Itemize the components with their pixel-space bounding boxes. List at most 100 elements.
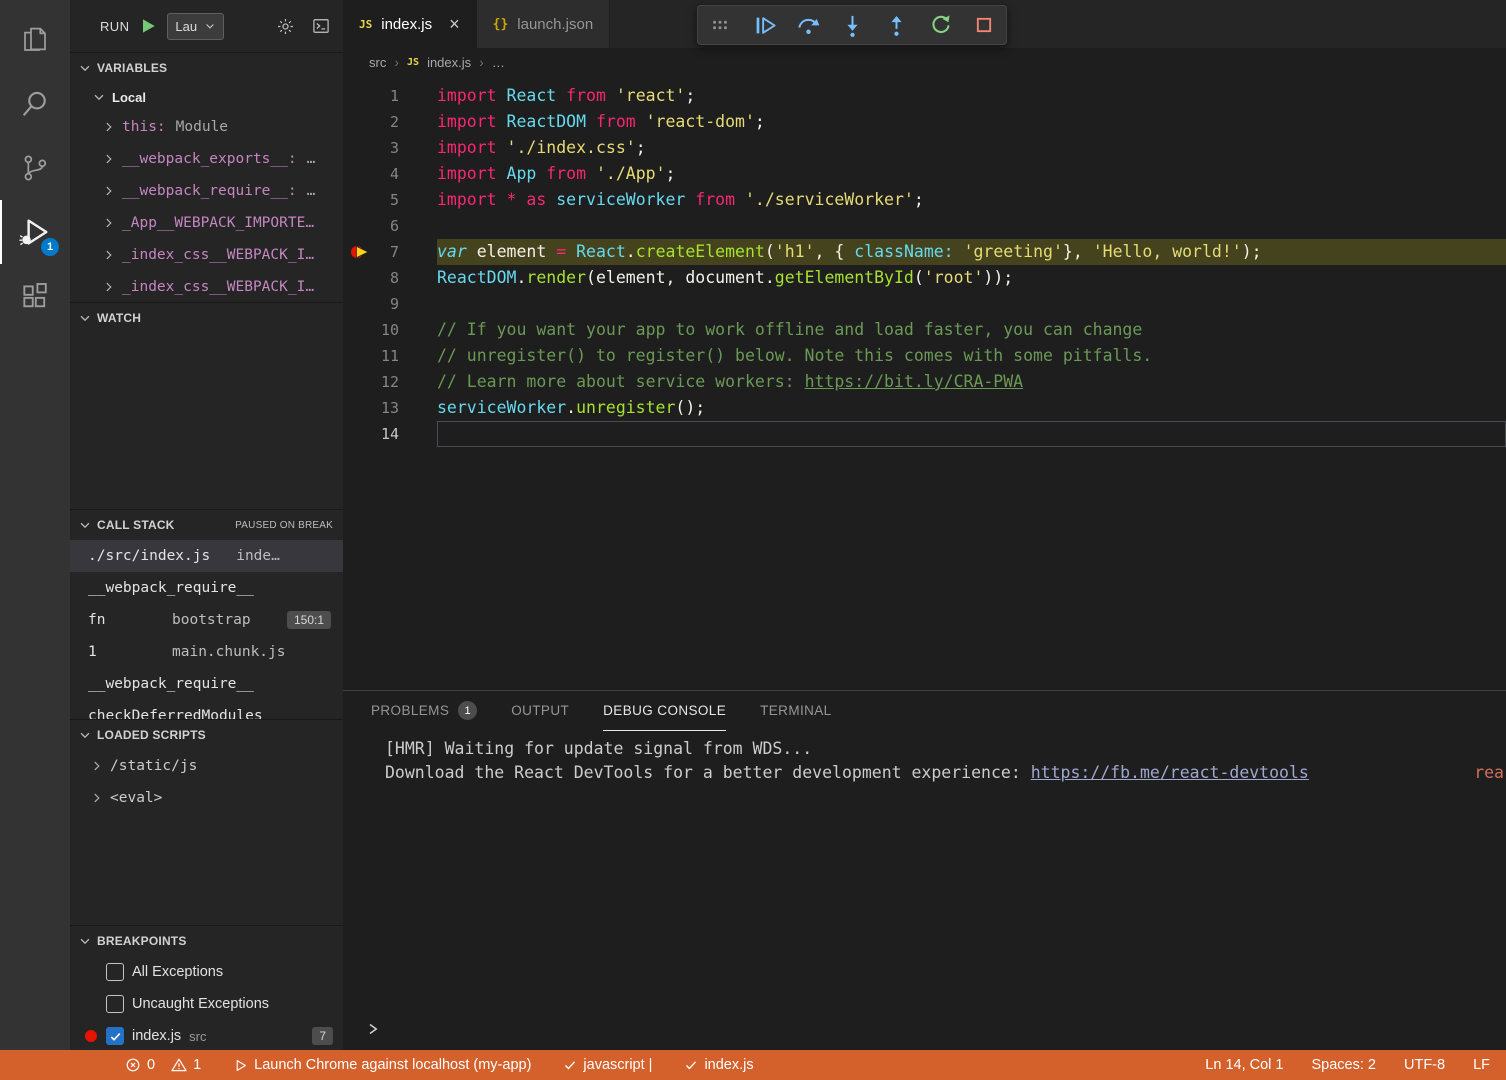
variables-section-header[interactable]: VARIABLES (70, 53, 343, 83)
line-number-gutter: 9 (343, 291, 437, 317)
script-name: /static/js (110, 758, 197, 774)
code-token: // If you want your app to work offline … (437, 320, 1142, 339)
breakpoint-checkbox[interactable] (106, 1027, 124, 1045)
prompt-chevron-icon (365, 1021, 381, 1037)
variable-name: __webpack_require__: (122, 183, 297, 199)
breakpoint-checkbox[interactable] (106, 995, 124, 1013)
variable-row[interactable]: __webpack_require__:… (70, 175, 343, 207)
cursor-position[interactable]: Ln 14, Col 1 (1205, 1057, 1283, 1073)
panel-tab-debug-console[interactable]: DEBUG CONSOLE (603, 691, 726, 731)
breadcrumb-folder[interactable]: src (369, 55, 386, 70)
debug-config-select[interactable]: Lau (167, 13, 224, 40)
encoding-status[interactable]: UTF-8 (1404, 1057, 1445, 1073)
callstack-section-header[interactable]: CALL STACK PAUSED ON BREAK (70, 510, 343, 540)
breakpoint-row[interactable]: Uncaught Exceptions (70, 988, 343, 1020)
breakpoints-section-header[interactable]: BREAKPOINTS (70, 926, 343, 956)
code-line[interactable]: 10// If you want your app to work offlin… (343, 317, 1506, 343)
debug-console-icon[interactable] (311, 16, 331, 36)
gear-icon[interactable] (276, 17, 295, 36)
scope-local[interactable]: Local (70, 83, 343, 111)
code-token: (); (675, 398, 705, 417)
activity-explorer[interactable] (0, 8, 70, 72)
variable-row[interactable]: this:Module (70, 111, 343, 143)
code-line[interactable]: 3import './index.css'; (343, 135, 1506, 161)
watch-section-header[interactable]: WATCH (70, 303, 343, 333)
stack-frame[interactable]: __webpack_require__ (70, 572, 343, 604)
variable-row[interactable]: _index_css__WEBPACK_I… (70, 271, 343, 302)
panel-tab-output[interactable]: OUTPUT (511, 691, 569, 731)
close-icon[interactable]: × (449, 15, 460, 33)
status-check-indexjs[interactable]: index.js (684, 1057, 753, 1073)
gear-icon (276, 17, 295, 36)
code-line[interactable]: 8ReactDOM.render(element, document.getEl… (343, 265, 1506, 291)
status-check-javascript[interactable]: javascript | (563, 1057, 652, 1073)
breakpoint-checkbox[interactable] (106, 963, 124, 981)
breakpoint-meta: src (189, 1029, 206, 1044)
code-line[interactable]: 13serviceWorker.unregister(); (343, 395, 1506, 421)
status-check-label: index.js (704, 1057, 753, 1073)
debug-continue-button[interactable] (742, 5, 786, 45)
breakpoint-row[interactable]: All Exceptions (70, 956, 343, 988)
loaded-scripts-section-header[interactable]: LOADED SCRIPTS (70, 720, 343, 750)
console-link[interactable]: https://fb.me/react-devtools (1031, 763, 1309, 782)
check-icon (563, 1058, 577, 1072)
code-line[interactable]: 7var element = React.createElement('h1',… (343, 239, 1506, 265)
code-line[interactable]: 1import React from 'react'; (343, 83, 1506, 109)
activity-extensions[interactable] (0, 264, 70, 328)
activity-run-debug[interactable]: 1 (0, 200, 70, 264)
bottom-panel: PROBLEMS1OUTPUTDEBUG CONSOLETERMINAL [HM… (343, 690, 1506, 1050)
breakpoint-row[interactable]: index.jssrc7 (70, 1020, 343, 1050)
code-line[interactable]: 11// unregister() to register() below. N… (343, 343, 1506, 369)
loaded-script-row[interactable]: <eval> (70, 782, 343, 814)
loaded-script-row[interactable]: /static/js (70, 750, 343, 782)
stack-frame[interactable]: checkDeferredModules (70, 700, 343, 719)
debug-toolbar-gripper[interactable] (698, 5, 742, 45)
code-line[interactable]: 14 (343, 421, 1506, 447)
stack-frame[interactable]: 1main.chunk.js (70, 636, 343, 668)
breakpoint-label: All Exceptions (132, 964, 223, 980)
panel-tab-problems[interactable]: PROBLEMS1 (371, 691, 477, 731)
indentation-status[interactable]: Spaces: 2 (1311, 1057, 1376, 1073)
variable-value: … (307, 151, 316, 167)
code-line[interactable]: 6 (343, 213, 1506, 239)
panel-tab-terminal[interactable]: TERMINAL (760, 691, 831, 731)
tab-launch.json[interactable]: {}launch.json (477, 0, 611, 48)
code-token: ( (914, 268, 924, 287)
tab-index.js[interactable]: JSindex.js× (343, 0, 477, 48)
tab-label: index.js (381, 16, 432, 33)
debug-stop-button[interactable] (962, 5, 1006, 45)
debug-step-into-button[interactable] (830, 5, 874, 45)
debug-step-out-button[interactable] (874, 5, 918, 45)
loaded-scripts-title: LOADED SCRIPTS (97, 728, 206, 742)
code-line[interactable]: 12// Learn more about service workers: h… (343, 369, 1506, 395)
code-link[interactable]: https://bit.ly/CRA-PWA (805, 372, 1024, 391)
problems-status[interactable]: 0 1 (125, 1057, 201, 1073)
code-token: var (437, 242, 467, 261)
debug-launch-status[interactable]: Launch Chrome against localhost (my-app) (233, 1057, 531, 1073)
console-source-link[interactable]: rea (1474, 761, 1504, 785)
debug-console-input[interactable] (343, 1014, 1506, 1044)
code-line[interactable]: 4import App from './App'; (343, 161, 1506, 187)
start-debugging-button[interactable] (138, 16, 158, 36)
debug-step-over-button[interactable] (786, 5, 830, 45)
code-line[interactable]: 2import ReactDOM from 'react-dom'; (343, 109, 1506, 135)
stack-frame[interactable]: __webpack_require__ (70, 668, 343, 700)
code-line[interactable]: 5import * as serviceWorker from './servi… (343, 187, 1506, 213)
error-count: 0 (147, 1057, 155, 1073)
variable-row[interactable]: _App__WEBPACK_IMPORTE… (70, 207, 343, 239)
breadcrumb-file[interactable]: index.js (427, 55, 471, 70)
activity-source-control[interactable] (0, 136, 70, 200)
activity-search[interactable] (0, 72, 70, 136)
stack-frame[interactable]: ./src/index.jsinde… (70, 540, 343, 572)
line-number: 7 (390, 239, 399, 265)
debug-restart-button[interactable] (918, 5, 962, 45)
code-line[interactable]: 9 (343, 291, 1506, 317)
breadcrumb-symbol[interactable]: … (492, 55, 505, 70)
variable-row[interactable]: __webpack_exports__:… (70, 143, 343, 175)
stack-frame[interactable]: fnbootstrap150:1 (70, 604, 343, 636)
variable-row[interactable]: _index_css__WEBPACK_I… (70, 239, 343, 271)
code-editor[interactable]: 1import React from 'react';2import React… (343, 76, 1506, 690)
frame-name: __webpack_require__ (88, 580, 254, 596)
line-number-gutter: 12 (343, 369, 437, 395)
eol-status[interactable]: LF (1473, 1057, 1490, 1073)
